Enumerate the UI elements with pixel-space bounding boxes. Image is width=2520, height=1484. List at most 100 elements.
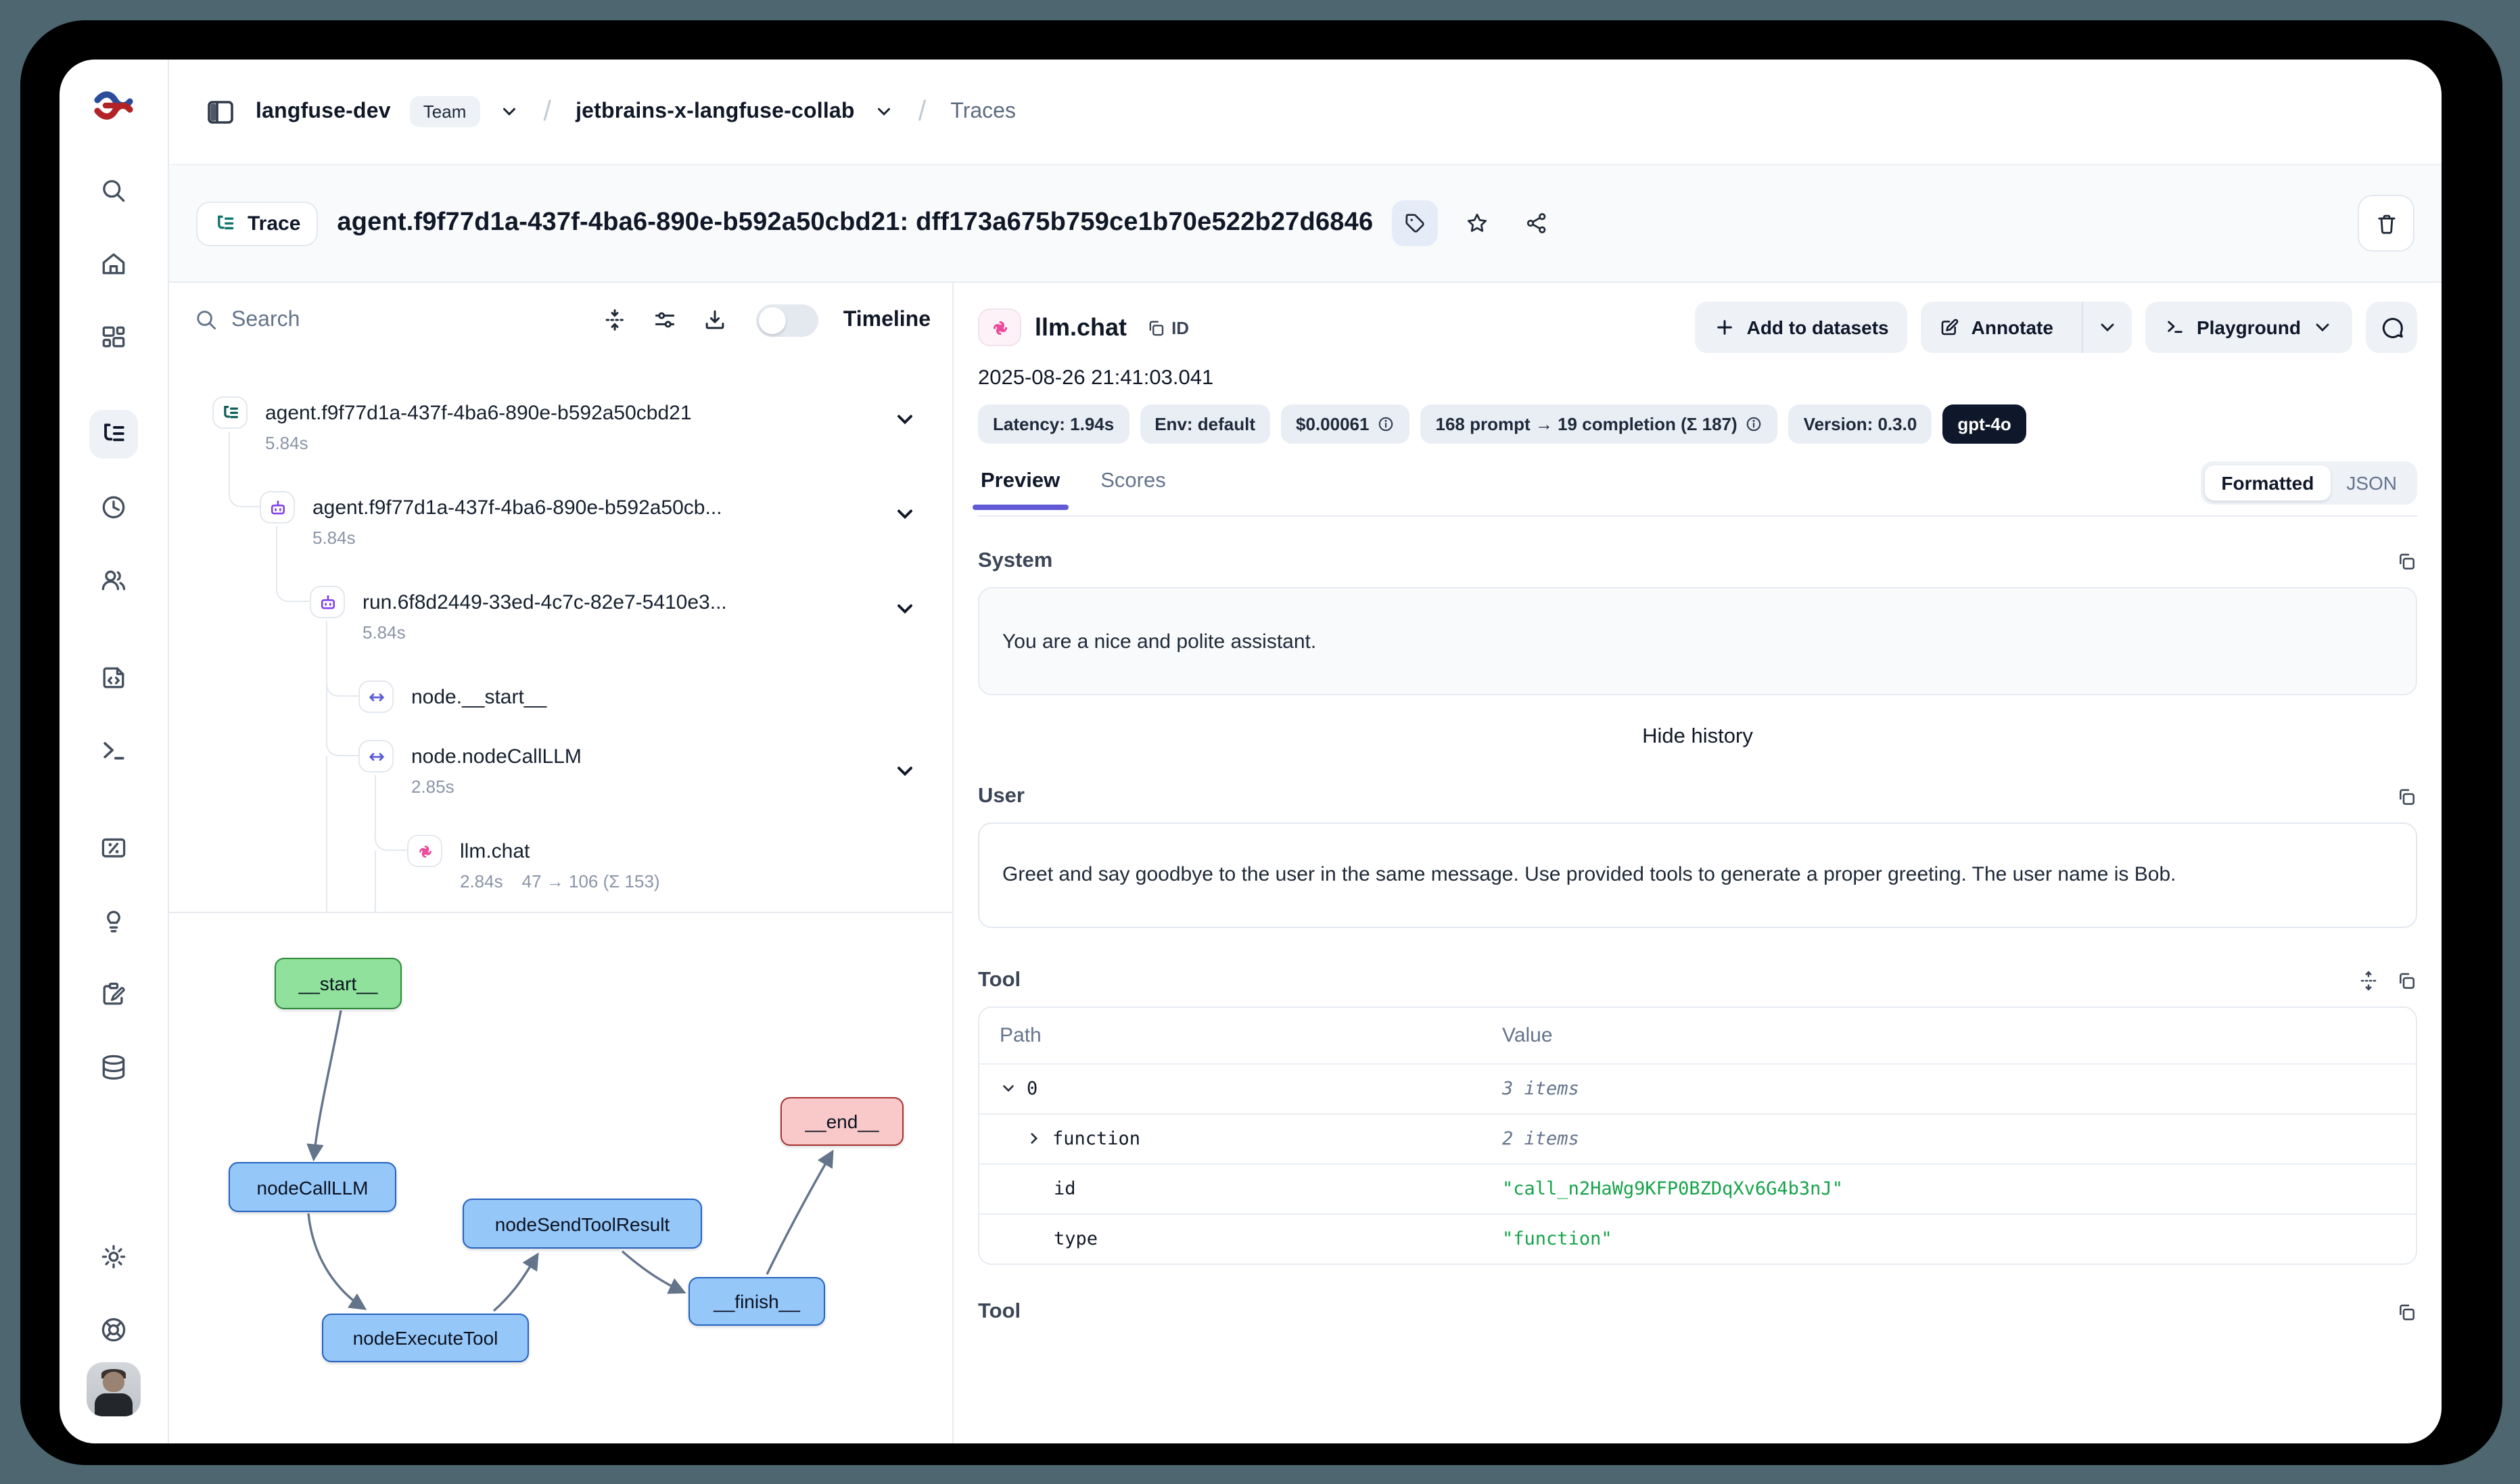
users-icon[interactable] [89, 556, 138, 605]
org-switcher-chevron-icon[interactable] [498, 101, 519, 122]
graph-node-label: __start__ [299, 973, 378, 994]
span-arrows-icon [358, 740, 394, 772]
collapse-chevron-icon[interactable] [893, 502, 917, 526]
graph-node-nodeexecutetool[interactable]: nodeExecuteTool [322, 1314, 529, 1362]
tree-row-agent[interactable]: agent.f9f77d1a-437f-4ba6-890e-b592a50cb.… [169, 491, 952, 548]
annotate-button[interactable]: Annotate [1921, 302, 2071, 353]
view-settings-icon[interactable] [653, 307, 678, 333]
tab-scores[interactable]: Scores [1098, 469, 1169, 508]
version-badge: Version: 0.3.0 [1789, 404, 1932, 444]
breadcrumb-separator: / [918, 95, 927, 128]
chevron-collapsed-icon[interactable] [1025, 1130, 1043, 1148]
graph-node-end[interactable]: __end__ [780, 1097, 904, 1146]
scores-icon[interactable] [89, 824, 138, 873]
breadcrumb: langfuse-dev Team / jetbrains-x-langfuse… [169, 60, 2442, 165]
info-icon[interactable] [1378, 415, 1395, 433]
breadcrumb-org[interactable]: langfuse-dev [256, 99, 391, 124]
tree-row-duration: 5.84s [363, 622, 406, 643]
support-lifebuoy-icon[interactable] [89, 1305, 138, 1354]
insights-lightbulb-icon[interactable] [89, 897, 138, 946]
sessions-clock-icon[interactable] [89, 483, 138, 532]
project-switcher-chevron-icon[interactable] [874, 101, 894, 122]
breadcrumb-project[interactable]: jetbrains-x-langfuse-collab [576, 99, 855, 124]
format-option-json[interactable]: JSON [2330, 465, 2413, 501]
tree-row-llm-chat[interactable]: llm.chat 2.84s 47 → 106 (Σ 153) [169, 835, 952, 891]
graph-node-nodesendtoolresult[interactable]: nodeSendToolResult [463, 1199, 702, 1249]
datasets-database-icon[interactable] [89, 1043, 138, 1092]
hide-history-button[interactable]: Hide history [978, 725, 2417, 749]
system-section-title: System [978, 549, 1052, 574]
copy-id-button[interactable]: ID [1146, 317, 1189, 338]
search-input[interactable] [231, 308, 578, 332]
tag-button[interactable] [1392, 200, 1438, 246]
timeline-toggle[interactable] [757, 304, 819, 336]
comment-bubble-icon [2379, 315, 2404, 340]
span-arrows-icon [358, 680, 394, 713]
prompts-icon[interactable] [89, 653, 138, 702]
graph-node-label: nodeCallLLM [257, 1176, 369, 1198]
playground-terminal-icon[interactable] [89, 726, 138, 775]
json-row: type "function" [979, 1213, 2416, 1263]
settings-gear-icon[interactable] [89, 1232, 138, 1281]
json-row[interactable]: 0 3 items [979, 1063, 2416, 1113]
add-to-datasets-button[interactable]: Add to datasets [1696, 302, 1908, 353]
tree-row-run[interactable]: run.6f8d2449-33ed-4c7c-82e7-5410e3... 5.… [169, 586, 952, 643]
comments-button[interactable] [2366, 302, 2417, 353]
info-icon[interactable] [1746, 415, 1763, 433]
copy-icon[interactable] [2396, 786, 2417, 808]
json-row[interactable]: function 2 items [979, 1113, 2416, 1163]
json-key: 0 [1027, 1078, 1037, 1100]
search-nav-icon[interactable] [89, 166, 138, 215]
json-value-string: "function" [1502, 1228, 1612, 1250]
user-message-box: Greet and say goodbye to the user in the… [978, 822, 2417, 928]
tree-row-node-start[interactable]: node.__start__ [169, 680, 952, 713]
annotate-dropdown-button[interactable] [2082, 302, 2132, 353]
download-icon[interactable] [703, 307, 728, 333]
langfuse-logo[interactable] [93, 89, 134, 122]
format-option-formatted[interactable]: Formatted [2205, 465, 2330, 501]
detail-tabs: Preview Scores Formatted JSON [978, 461, 2417, 517]
sidebar-toggle-icon[interactable] [204, 95, 237, 128]
search-icon [193, 307, 219, 333]
bookmark-star-button[interactable] [1457, 203, 1497, 244]
annotation-icon[interactable] [89, 970, 138, 1019]
chevron-expanded-icon[interactable] [1000, 1080, 1017, 1098]
tree-row-trace[interactable]: agent.f9f77d1a-437f-4ba6-890e-b592a50cbd… [169, 396, 952, 453]
system-message-box: You are a nice and polite assistant. [978, 587, 2417, 695]
graph-node-finish[interactable]: __finish__ [689, 1277, 825, 1326]
tracing-icon[interactable] [89, 410, 138, 459]
graph-node-label: __end__ [805, 1111, 879, 1132]
annotate-label: Annotate [1971, 317, 2053, 338]
tool2-section-title: Tool [978, 1300, 1021, 1324]
json-value-summary: 2 items [1502, 1128, 1579, 1150]
expand-vertical-icon[interactable] [2358, 970, 2379, 992]
collapse-chevron-icon[interactable] [893, 759, 917, 783]
dashboard-icon[interactable] [89, 312, 138, 361]
breadcrumb-page[interactable]: Traces [950, 99, 1016, 124]
user-avatar[interactable] [87, 1362, 141, 1416]
observation-tree: agent.f9f77d1a-437f-4ba6-890e-b592a50cbd… [169, 357, 952, 912]
graph-node-nodecallllm[interactable]: nodeCallLLM [229, 1162, 396, 1212]
copy-icon [1146, 317, 1166, 338]
playground-button[interactable]: Playground [2145, 302, 2352, 353]
collapse-chevron-icon[interactable] [893, 407, 917, 432]
chevron-down-icon [2312, 317, 2333, 338]
tree-row-label: node.nodeCallLLM [411, 745, 582, 768]
delete-trace-button[interactable] [2358, 195, 2414, 252]
tab-preview[interactable]: Preview [978, 469, 1063, 508]
collapse-all-icon[interactable] [603, 307, 628, 333]
system-message-text: You are a nice and polite assistant. [1002, 630, 1316, 653]
agent-robot-icon [310, 586, 345, 618]
copy-icon[interactable] [2396, 551, 2417, 572]
json-key: type [1054, 1228, 1098, 1250]
json-value-summary: 3 items [1502, 1078, 1579, 1100]
tree-row-node-callllm[interactable]: node.nodeCallLLM 2.85s [169, 740, 952, 797]
share-button[interactable] [1516, 203, 1557, 244]
model-badge[interactable]: gpt-4o [1942, 404, 2026, 444]
copy-icon[interactable] [2396, 970, 2417, 992]
collapse-chevron-icon[interactable] [893, 597, 917, 621]
graph-node-start[interactable]: __start__ [275, 958, 402, 1009]
copy-icon[interactable] [2396, 1301, 2417, 1323]
chevron-down-icon [2097, 317, 2118, 338]
home-icon[interactable] [89, 239, 138, 288]
